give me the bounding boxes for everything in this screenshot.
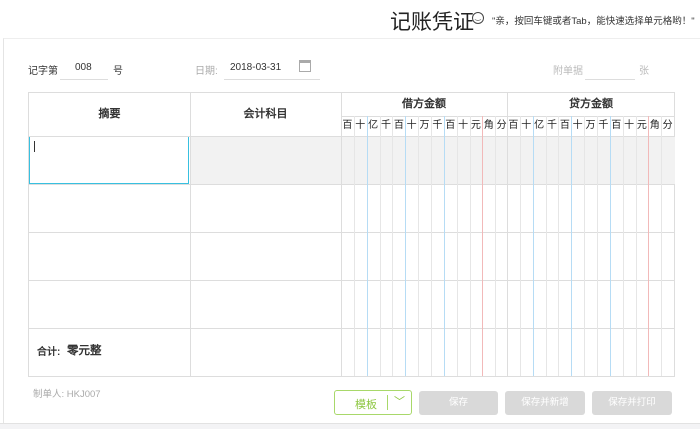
save-and-new-button[interactable]: 保存并新增 [505, 391, 585, 415]
digit-divider [609, 116, 611, 376]
digit-header: 千 [598, 120, 609, 131]
total-label: 合计: [37, 347, 61, 358]
digit-header: 十 [624, 120, 635, 131]
summary-input[interactable] [29, 136, 189, 184]
digit-divider [584, 116, 586, 376]
header-account: 会计科目 [243, 108, 288, 120]
digit-header: 亿 [534, 120, 545, 131]
attachment-label: 附单据 [553, 66, 583, 77]
save-and-print-button[interactable]: 保存并打印 [592, 391, 672, 415]
page-title: 记账凭证 [390, 11, 474, 34]
account-cell-active-row[interactable] [190, 136, 675, 184]
digit-header: 百 [445, 120, 456, 131]
header-summary: 摘要 [98, 108, 121, 120]
digit-divider [366, 116, 368, 376]
digit-header: 十 [572, 120, 583, 131]
digit-header: 角 [649, 120, 660, 131]
tip-text: "亲，按回车键或者Tab，能快速选择单元格哟！" [492, 16, 695, 27]
digit-header: 万 [585, 120, 596, 131]
digit-divider [443, 116, 445, 376]
header-debit: 借方金额 [402, 98, 446, 110]
digit-header: 元 [636, 120, 647, 131]
digit-header: 分 [662, 120, 673, 131]
voucher-prefix: 记字第 [28, 66, 58, 77]
date-label: 日期: [195, 66, 218, 77]
digit-header: 百 [559, 120, 570, 131]
template-label: 模板 [355, 399, 377, 411]
digit-header: 千 [380, 120, 391, 131]
digit-divider [456, 116, 458, 376]
chevron-down-icon[interactable]: ﹀ [394, 393, 405, 409]
digit-divider [379, 116, 381, 376]
header-credit: 贷方金额 [569, 98, 613, 110]
calendar-icon[interactable] [299, 60, 311, 72]
digit-header: 十 [521, 120, 532, 131]
voucher-table: 摘要 会计科目 借方金额 贷方金额 合计: 零元整 百十亿千百十万千百十元角分百… [28, 92, 675, 377]
digit-header: 百 [508, 120, 519, 131]
column-divider [190, 93, 191, 376]
digit-divider [635, 116, 637, 376]
row-divider [29, 232, 675, 233]
total-amount-text: 零元整 [67, 345, 102, 357]
digit-divider [648, 116, 650, 376]
digit-divider [392, 116, 394, 376]
digit-divider [622, 116, 624, 376]
digit-divider [545, 116, 547, 376]
row-divider [29, 328, 675, 329]
digit-divider [532, 116, 534, 376]
digit-header: 十 [406, 120, 417, 131]
digit-header: 万 [419, 120, 430, 131]
digit-header: 元 [470, 120, 481, 131]
digit-divider [418, 116, 420, 376]
row-divider [29, 280, 675, 281]
digit-header: 百 [611, 120, 622, 131]
digit-header: 百 [342, 120, 353, 131]
voucher-suffix: 号 [113, 66, 123, 77]
digit-header: 百 [393, 120, 404, 131]
digit-header: 千 [546, 120, 557, 131]
digit-divider [495, 116, 497, 376]
digit-divider [661, 116, 663, 376]
smiley-icon: ‿ [472, 12, 484, 24]
digit-divider [430, 116, 432, 376]
row-divider [29, 136, 675, 137]
date-input[interactable]: 2018-03-31 [230, 62, 281, 73]
digit-divider [405, 116, 407, 376]
digit-divider [571, 116, 573, 376]
digit-divider [519, 116, 521, 376]
digit-divider [558, 116, 560, 376]
digit-divider [353, 116, 355, 376]
row-divider [29, 184, 675, 185]
digit-header: 十 [355, 120, 366, 131]
voucher-number-input[interactable]: 008 [75, 62, 92, 73]
digit-header: 亿 [368, 120, 379, 131]
digit-divider [482, 116, 484, 376]
save-button[interactable]: 保存 [419, 391, 498, 415]
digit-header: 角 [483, 120, 494, 131]
template-dropdown[interactable]: 模板 ﹀ [334, 390, 412, 415]
digit-divider [596, 116, 598, 376]
digit-header: 十 [458, 120, 469, 131]
maker-text: 制单人: HKJ007 [33, 389, 101, 400]
attachment-suffix: 张 [639, 66, 649, 77]
digit-divider [469, 116, 471, 376]
digit-header: 千 [432, 120, 443, 131]
